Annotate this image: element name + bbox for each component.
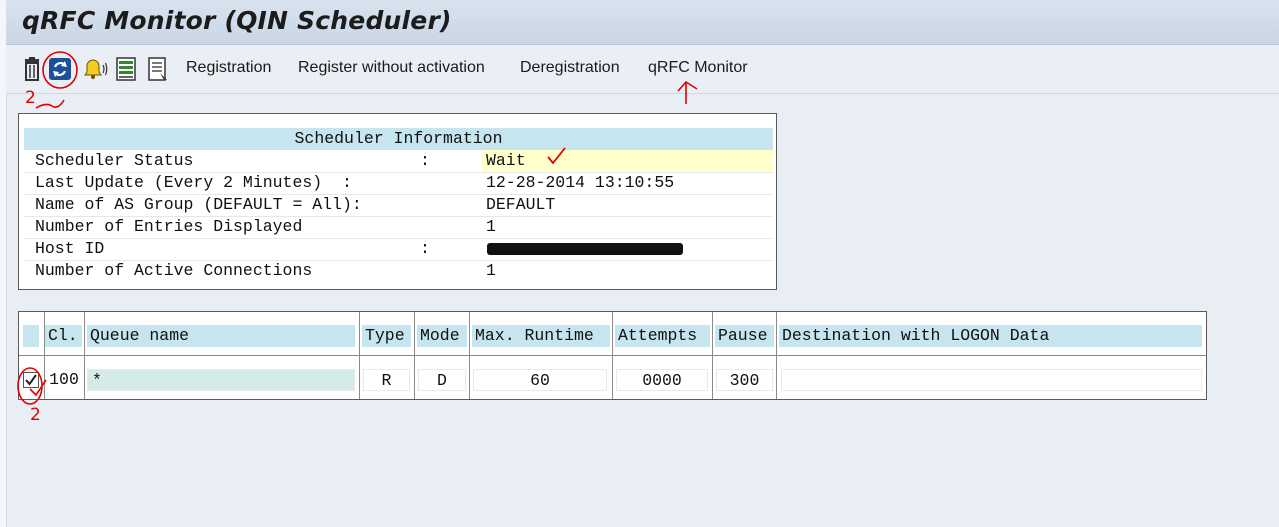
info-colon: : — [420, 239, 430, 258]
as-group-value: DEFAULT — [486, 195, 556, 214]
column-header-attempts[interactable]: Attempts — [615, 325, 710, 347]
info-label: Last Update (Every 2 Minutes) : — [35, 173, 352, 192]
page-title: qRFC Monitor (QIN Scheduler) — [22, 6, 452, 35]
scheduler-status-row: Scheduler Status : Wait — [24, 150, 773, 173]
column-header-mode[interactable]: Mode — [417, 325, 467, 347]
refresh-icon[interactable] — [48, 56, 72, 82]
active-connections-value: 1 — [486, 261, 496, 280]
qrfc-monitor-button[interactable]: qRFC Monitor — [648, 59, 748, 77]
registration-button[interactable]: Registration — [186, 59, 271, 77]
type-field[interactable]: R — [363, 369, 410, 391]
active-connections-row: Number of Active Connections 1 — [24, 260, 773, 282]
queue-name-field[interactable]: * — [87, 369, 355, 391]
column-header-queue-name[interactable]: Queue name — [87, 325, 355, 347]
column-header-pause[interactable]: Pause — [715, 325, 774, 347]
client-cell: 100 — [46, 369, 82, 391]
bell-icon[interactable] — [80, 56, 108, 82]
application-toolbar: Registration Register without activation… — [6, 45, 1279, 94]
scheduler-info-header: Scheduler Information — [24, 128, 773, 150]
host-id-row: Host ID : — [24, 238, 773, 261]
entries-displayed-value: 1 — [486, 217, 496, 236]
title-bar: qRFC Monitor (QIN Scheduler) — [6, 0, 1279, 45]
checkmark-icon — [25, 374, 37, 386]
pause-field[interactable]: 300 — [716, 369, 773, 391]
column-header-max-runtime[interactable]: Max. Runtime — [472, 325, 610, 347]
scheduler-status-value: Wait — [486, 151, 526, 170]
info-label: Name of AS Group (DEFAULT = All): — [35, 195, 362, 214]
row-select-checkbox[interactable] — [23, 372, 39, 388]
mode-field[interactable]: D — [418, 369, 466, 391]
destination-field[interactable] — [781, 369, 1202, 391]
column-header-client[interactable]: Cl. — [45, 325, 82, 347]
document-list-icon[interactable] — [146, 56, 170, 82]
deregistration-button[interactable]: Deregistration — [520, 59, 620, 77]
redacted-host-id — [487, 243, 683, 255]
register-without-activation-button[interactable]: Register without activation — [298, 59, 485, 77]
document-green-icon[interactable] — [114, 56, 138, 82]
column-header-type[interactable]: Type — [362, 325, 411, 347]
annotation-step-label: 2 — [25, 88, 36, 108]
last-update-value: 12-28-2014 13:10:55 — [486, 173, 675, 192]
queue-table: Cl. Queue name Type Mode Max. Runtime At… — [18, 311, 1207, 400]
trash-icon[interactable] — [20, 56, 44, 82]
as-group-row: Name of AS Group (DEFAULT = All): DEFAUL… — [24, 194, 773, 217]
attempts-field[interactable]: 0000 — [616, 369, 708, 391]
select-column-header — [23, 325, 39, 347]
scheduler-info-panel: Scheduler Information Scheduler Status :… — [18, 113, 777, 290]
info-label: Host ID — [35, 239, 105, 258]
info-colon: : — [420, 151, 430, 170]
annotation-step-label: 2 — [30, 405, 41, 425]
info-label: Scheduler Status — [35, 151, 194, 170]
column-header-destination[interactable]: Destination with LOGON Data — [779, 325, 1202, 347]
entries-displayed-row: Number of Entries Displayed 1 — [24, 216, 773, 239]
info-label: Number of Entries Displayed — [35, 217, 303, 236]
status-highlight — [482, 150, 773, 172]
last-update-row: Last Update (Every 2 Minutes) : 12-28-20… — [24, 172, 773, 195]
info-label: Number of Active Connections — [35, 261, 313, 280]
max-runtime-field[interactable]: 60 — [473, 369, 607, 391]
